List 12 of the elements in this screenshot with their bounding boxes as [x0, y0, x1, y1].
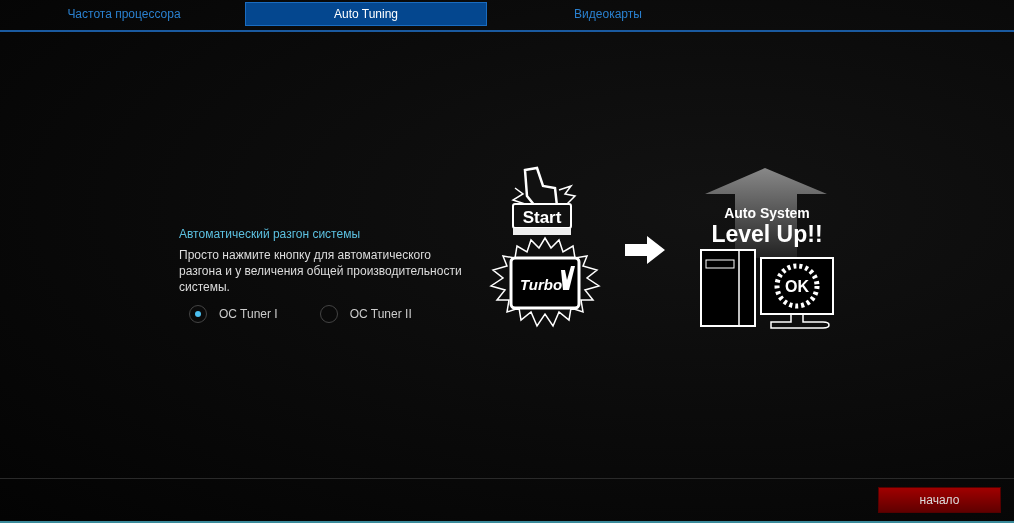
description-text: Просто нажмите кнопку для автоматического разгона и у величения общей производительности системы. — [179, 247, 463, 295]
radio-option[interactable]: OC Tuner I — [189, 305, 278, 323]
tab[interactable]: Auto Tuning — [245, 2, 487, 26]
tab[interactable]: Частота процессора — [3, 2, 245, 26]
radio-option[interactable]: OC Tuner II — [319, 305, 412, 323]
start-button[interactable]: начало — [878, 487, 1001, 513]
tab[interactable]: Видеокарты — [487, 2, 729, 26]
radio-icon[interactable] — [189, 305, 207, 323]
section-heading: Автоматический разгон системы — [179, 227, 361, 241]
radio-icon[interactable] — [319, 305, 338, 323]
computer-level-up-drawing: Auto System Level Up!! OK — [699, 168, 837, 332]
right-arrow-icon — [625, 236, 665, 264]
